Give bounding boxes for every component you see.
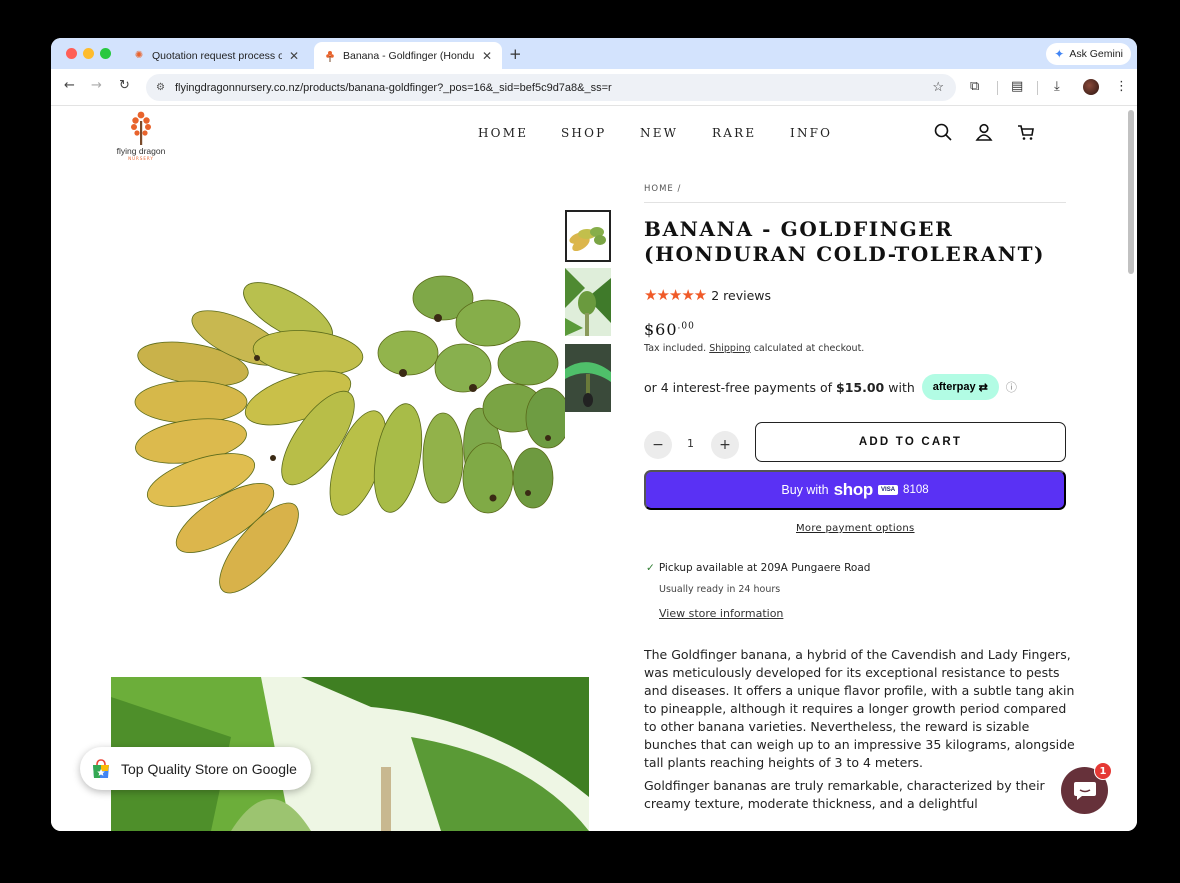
price-cents: .00 <box>677 321 695 332</box>
add-to-cart-button[interactable]: ADD TO CART <box>755 422 1066 462</box>
browser-toolbar: ← → ↻ ⚙ flyingdragonnursery.co.nz/produc… <box>51 69 1137 106</box>
tax-info: Tax included. Shipping calculated at che… <box>644 343 864 354</box>
nav-rare[interactable]: RARE <box>712 126 756 140</box>
ask-gemini-button[interactable]: ✦ Ask Gemini <box>1046 43 1131 65</box>
pickup-ready-time: Usually ready in 24 hours <box>659 584 781 595</box>
new-tab-button[interactable]: + <box>509 45 522 63</box>
extensions-icon[interactable]: ⧉ <box>970 79 979 94</box>
site-logo[interactable]: flying dragon NURSERY <box>111 111 171 165</box>
afterpay-installments: or 4 interest-free payments of $15.00 wi… <box>644 374 1017 400</box>
quantity-decrease-button[interactable]: − <box>644 431 672 459</box>
price-main: $60 <box>644 320 678 339</box>
buy-with-label: Buy with <box>781 483 829 497</box>
site-settings-icon[interactable]: ⚙ <box>156 82 165 93</box>
toolbar-divider <box>997 81 998 95</box>
google-store-badge[interactable]: Top Quality Store on Google <box>80 747 311 790</box>
reload-icon[interactable]: ↻ <box>119 78 130 93</box>
installment-with: with <box>888 379 915 395</box>
flower-favicon-icon: ✺ <box>134 50 144 61</box>
back-icon[interactable]: ← <box>64 78 75 93</box>
installment-amount: $15.00 <box>836 379 885 395</box>
profile-avatar[interactable] <box>1083 79 1099 95</box>
card-last4: 8108 <box>903 484 929 496</box>
tab-bar: ✺ Quotation request process ou ✕ Banana … <box>51 38 1137 69</box>
view-store-info-link[interactable]: View store information <box>659 607 783 620</box>
pickup-availability: ✓ Pickup available at 209A Pungaere Road <box>646 562 870 574</box>
description-paragraph: The Goldfinger banana, a hybrid of the C… <box>644 647 1075 770</box>
product-title-line2: (HONDURAN COLD-TOLERANT) <box>644 242 1046 266</box>
nav-shop[interactable]: SHOP <box>561 126 606 140</box>
reading-mode-icon[interactable]: ▤ <box>1011 79 1023 94</box>
tab-title: Quotation request process ou <box>152 49 282 62</box>
address-bar[interactable]: ⚙ flyingdragonnursery.co.nz/products/ban… <box>146 74 956 101</box>
web-page: flying dragon NURSERY HOME SHOP NEW RARE… <box>51 106 1137 831</box>
afterpay-arrows-icon: ⇄ <box>978 381 988 394</box>
nav-info[interactable]: INFO <box>790 126 832 140</box>
bookmark-star-icon[interactable]: ☆ <box>932 79 944 95</box>
product-main-image[interactable] <box>133 258 565 618</box>
installment-prefix: or 4 interest-free payments of <box>644 379 832 395</box>
breadcrumb-divider <box>644 202 1066 203</box>
pickup-label: Pickup available at 209A Pungaere Road <box>658 562 871 574</box>
close-window-button[interactable] <box>66 48 77 59</box>
download-icon[interactable]: ⤓ <box>1054 79 1060 94</box>
quantity-increase-button[interactable]: + <box>711 431 739 459</box>
forward-icon[interactable]: → <box>91 78 102 93</box>
shop-pay-button[interactable]: Buy with shop VISA 8108 <box>644 470 1066 510</box>
afterpay-badge[interactable]: afterpay ⇄ <box>921 374 999 400</box>
afterpay-label: afterpay <box>932 381 976 393</box>
shop-logo: shop <box>833 480 874 499</box>
nav-new[interactable]: NEW <box>640 126 678 140</box>
product-price: $60.00 <box>644 320 695 339</box>
google-shopping-bag-icon <box>93 758 109 778</box>
chat-bubble-icon <box>1073 781 1096 800</box>
nav-home[interactable]: HOME <box>478 126 528 140</box>
url-text: flyingdragonnursery.co.nz/products/banan… <box>174 81 612 94</box>
checkmark-icon: ✓ <box>646 562 655 574</box>
breadcrumb[interactable]: HOME / <box>644 184 681 194</box>
close-tab-icon[interactable]: ✕ <box>482 49 492 63</box>
minimize-window-button[interactable] <box>83 48 94 59</box>
maximize-window-button[interactable] <box>100 48 111 59</box>
cart-icon[interactable] <box>1016 122 1036 142</box>
ask-gemini-label: Ask Gemini <box>1069 48 1123 60</box>
tax-prefix: Tax included. <box>644 343 707 354</box>
tax-suffix: calculated at checkout. <box>753 343 865 354</box>
logo-text: flying dragon <box>116 146 166 156</box>
product-rating[interactable]: ★★★★★ 2 reviews <box>644 286 771 304</box>
tab-banana[interactable]: Banana - Goldfinger (Hondura ✕ <box>314 42 502 69</box>
search-icon[interactable] <box>933 122 953 142</box>
visa-card-icon: VISA <box>878 485 899 495</box>
thumbnail-bunch[interactable] <box>565 210 611 262</box>
nursery-favicon-icon <box>324 50 336 62</box>
product-description: The Goldfinger banana, a hybrid of the C… <box>644 646 1076 818</box>
gemini-sparkle-icon: ✦ <box>1054 47 1065 61</box>
shipping-link[interactable]: Shipping <box>709 343 750 354</box>
page-scrollbar[interactable] <box>1128 110 1134 274</box>
product-title-line1: BANANA - GOLDFINGER <box>644 217 954 241</box>
account-icon[interactable] <box>974 122 994 142</box>
browser-window: ✺ Quotation request process ou ✕ Banana … <box>51 38 1137 831</box>
star-rating-icon: ★★★★★ <box>644 286 707 304</box>
menu-dots-icon[interactable]: ⋮ <box>1115 79 1128 94</box>
more-payment-options-link[interactable]: More payment options <box>796 523 915 534</box>
chat-notification-badge: 1 <box>1094 762 1112 780</box>
tab-quotation[interactable]: ✺ Quotation request process ou ✕ <box>123 42 309 69</box>
quantity-input[interactable]: 1 <box>687 437 694 450</box>
thumbnail-plant[interactable] <box>565 268 611 336</box>
dragon-tree-logo-icon <box>131 111 151 145</box>
description-paragraph: Goldfinger bananas are truly remarkable,… <box>644 778 1045 811</box>
logo-subtext: NURSERY <box>128 156 154 161</box>
info-icon[interactable]: ⓘ <box>1006 379 1017 395</box>
tab-title: Banana - Goldfinger (Hondura <box>343 49 475 62</box>
reviews-count[interactable]: 2 reviews <box>711 288 771 303</box>
toolbar-divider <box>1037 81 1038 95</box>
thumbnail-flower[interactable] <box>565 344 611 412</box>
badge-label: Top Quality Store on Google <box>121 760 297 777</box>
close-tab-icon[interactable]: ✕ <box>289 49 299 63</box>
product-title: BANANA - GOLDFINGER (HONDURAN COLD-TOLER… <box>644 217 1084 267</box>
